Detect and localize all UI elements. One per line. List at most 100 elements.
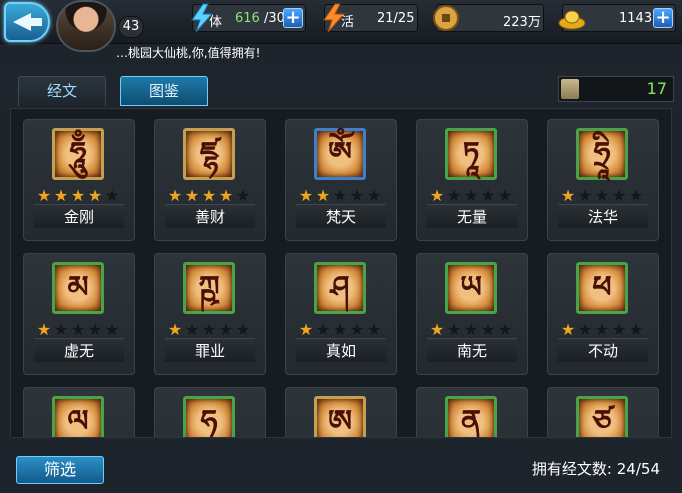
scripture-emblem-icon: ཨོཾ bbox=[314, 128, 366, 180]
add-stamina-button[interactable]: + bbox=[283, 8, 303, 28]
star-icon: ★ bbox=[184, 320, 200, 339]
scripture-card[interactable]: མ ★ ★ ★ ★ ★ 虚无 bbox=[23, 253, 135, 375]
star-icon: ★ bbox=[53, 320, 69, 339]
star-icon: ★ bbox=[594, 186, 610, 205]
scripture-card[interactable]: ཛྷ ★ ★ ★ ★ ★ 善财 bbox=[154, 119, 266, 241]
scripture-emblem-icon: ཤ bbox=[314, 262, 366, 314]
star-icon: ★ bbox=[429, 320, 445, 339]
star-rating: ★ ★ ★ ★ ★ bbox=[36, 186, 126, 205]
scripture-card[interactable]: ཧ bbox=[154, 387, 266, 438]
star-rating: ★ ★ ★ ★ ★ bbox=[167, 186, 257, 205]
scripture-name: 南无 bbox=[427, 338, 517, 362]
coins-value: 223万 bbox=[503, 15, 541, 30]
scripture-name: 无量 bbox=[427, 204, 517, 228]
scripture-card[interactable]: ཏཱ ★ ★ ★ ★ ★ 无量 bbox=[416, 119, 528, 241]
star-icon: ★ bbox=[315, 186, 331, 205]
scripture-glyph: ལ bbox=[67, 404, 89, 438]
scripture-glyph: ཧ bbox=[200, 404, 218, 438]
scripture-grid[interactable]: ཧཱུྃ ★ ★ ★ ★ ★ 金刚 ཛྷ ★ ★ ★ ★ ★ 善财 ཨོཾ ★ ★ ★ ★ ★ 梵天 ཏཱ ★ ★ ★ ★ ★ 无量 ཧ… bbox=[10, 108, 672, 438]
scripture-card[interactable]: ཧཱུྃ ★ ★ ★ ★ ★ 金刚 bbox=[23, 119, 135, 241]
scripture-glyph: ཨོཾ bbox=[327, 136, 353, 171]
star-icon: ★ bbox=[577, 186, 593, 205]
ingots-value: 1143 bbox=[619, 11, 653, 26]
star-icon: ★ bbox=[628, 320, 644, 339]
scripture-card[interactable]: ཀྵ ★ ★ ★ ★ ★ 罪业 bbox=[154, 253, 266, 375]
star-icon: ★ bbox=[298, 186, 314, 205]
scripture-emblem-icon: ཧྲཱི bbox=[576, 128, 628, 180]
scripture-glyph: ན bbox=[460, 404, 481, 438]
star-icon: ★ bbox=[36, 320, 52, 339]
avatar[interactable] bbox=[56, 0, 116, 52]
star-icon: ★ bbox=[560, 320, 576, 339]
star-icon: ★ bbox=[463, 186, 479, 205]
star-icon: ★ bbox=[366, 186, 382, 205]
back-arrow-icon[interactable] bbox=[4, 2, 50, 42]
star-icon: ★ bbox=[184, 186, 200, 205]
star-icon: ★ bbox=[628, 186, 644, 205]
scripture-card[interactable]: ལ bbox=[23, 387, 135, 438]
star-icon: ★ bbox=[429, 186, 445, 205]
scripture-card[interactable]: ཨོཾ ★ ★ ★ ★ ★ 梵天 bbox=[285, 119, 397, 241]
scripture-glyph: ཧྲཱི bbox=[593, 136, 611, 171]
tab-collection[interactable]: 图鉴 bbox=[120, 76, 208, 106]
scripture-card[interactable]: ཨ bbox=[285, 387, 397, 437]
scripture-glyph: ཏཱ bbox=[462, 136, 480, 171]
scripture-card[interactable]: ཙ bbox=[547, 387, 659, 437]
star-icon: ★ bbox=[104, 320, 120, 339]
scripture-card[interactable]: ཤ ★ ★ ★ ★ ★ 真如 bbox=[285, 253, 397, 375]
star-icon: ★ bbox=[87, 320, 103, 339]
scripture-glyph: ཤ bbox=[330, 270, 350, 305]
star-icon: ★ bbox=[480, 320, 496, 339]
scripture-glyph: ཕ bbox=[592, 270, 612, 305]
star-icon: ★ bbox=[332, 320, 348, 339]
scripture-emblem-icon: ཏཱ bbox=[445, 128, 497, 180]
star-icon: ★ bbox=[577, 320, 593, 339]
scripture-emblem-icon: ཧ bbox=[183, 396, 235, 438]
scripture-emblem-icon: ཛྷ bbox=[183, 128, 235, 180]
star-icon: ★ bbox=[594, 320, 610, 339]
scripture-emblem-icon: ཙ bbox=[576, 396, 628, 437]
filter-button[interactable]: 筛选 bbox=[16, 456, 104, 484]
star-icon: ★ bbox=[218, 186, 234, 205]
scripture-emblem-icon: ན bbox=[445, 396, 497, 438]
owned-value: 24/54 bbox=[616, 460, 660, 478]
scripture-card[interactable]: ཧྲཱི ★ ★ ★ ★ ★ 法华 bbox=[547, 119, 659, 241]
star-icon: ★ bbox=[497, 186, 513, 205]
star-rating: ★ ★ ★ ★ ★ bbox=[298, 320, 388, 339]
scripture-glyph: ཛྷ bbox=[199, 136, 219, 171]
star-icon: ★ bbox=[611, 186, 627, 205]
gold-ingot-icon bbox=[558, 10, 586, 30]
star-icon: ★ bbox=[87, 186, 103, 205]
star-rating: ★ ★ ★ ★ ★ bbox=[560, 186, 650, 205]
add-ingots-button[interactable]: + bbox=[653, 8, 673, 28]
footer: 筛选 拥有经文数: 24/54 bbox=[0, 440, 682, 493]
star-icon: ★ bbox=[480, 186, 496, 205]
scripture-glyph: ཧཱུྃ bbox=[69, 136, 87, 171]
owned-label: 拥有经文数: bbox=[531, 460, 612, 478]
star-icon: ★ bbox=[315, 320, 331, 339]
scroll-icon bbox=[561, 79, 579, 99]
scripture-emblem-icon: ཧཱུྃ bbox=[52, 128, 104, 180]
scripture-name: 罪业 bbox=[165, 338, 255, 362]
star-icon: ★ bbox=[218, 320, 234, 339]
scripture-name: 梵天 bbox=[296, 204, 386, 228]
scripture-name: 善财 bbox=[165, 204, 255, 228]
star-icon: ★ bbox=[446, 186, 462, 205]
star-icon: ★ bbox=[167, 320, 183, 339]
star-icon: ★ bbox=[235, 186, 251, 205]
scripture-glyph: མ bbox=[67, 270, 89, 305]
scripture-card[interactable]: ཡ ★ ★ ★ ★ ★ 南无 bbox=[416, 253, 528, 375]
star-rating: ★ ★ ★ ★ ★ bbox=[167, 320, 257, 339]
tab-scriptures[interactable]: 经文 bbox=[18, 76, 106, 106]
star-icon: ★ bbox=[497, 320, 513, 339]
scripture-card[interactable]: ཕ ★ ★ ★ ★ ★ 不动 bbox=[547, 253, 659, 375]
coin-icon bbox=[433, 5, 459, 31]
star-icon: ★ bbox=[201, 320, 217, 339]
scripture-card[interactable]: ན bbox=[416, 387, 528, 438]
scripture-name: 金刚 bbox=[34, 204, 124, 228]
scripture-emblem-icon: ཀྵ bbox=[183, 262, 235, 314]
star-icon: ★ bbox=[298, 320, 314, 339]
star-icon: ★ bbox=[104, 186, 120, 205]
star-icon: ★ bbox=[446, 320, 462, 339]
tab-row: 经文 图鉴 17 bbox=[0, 64, 682, 108]
